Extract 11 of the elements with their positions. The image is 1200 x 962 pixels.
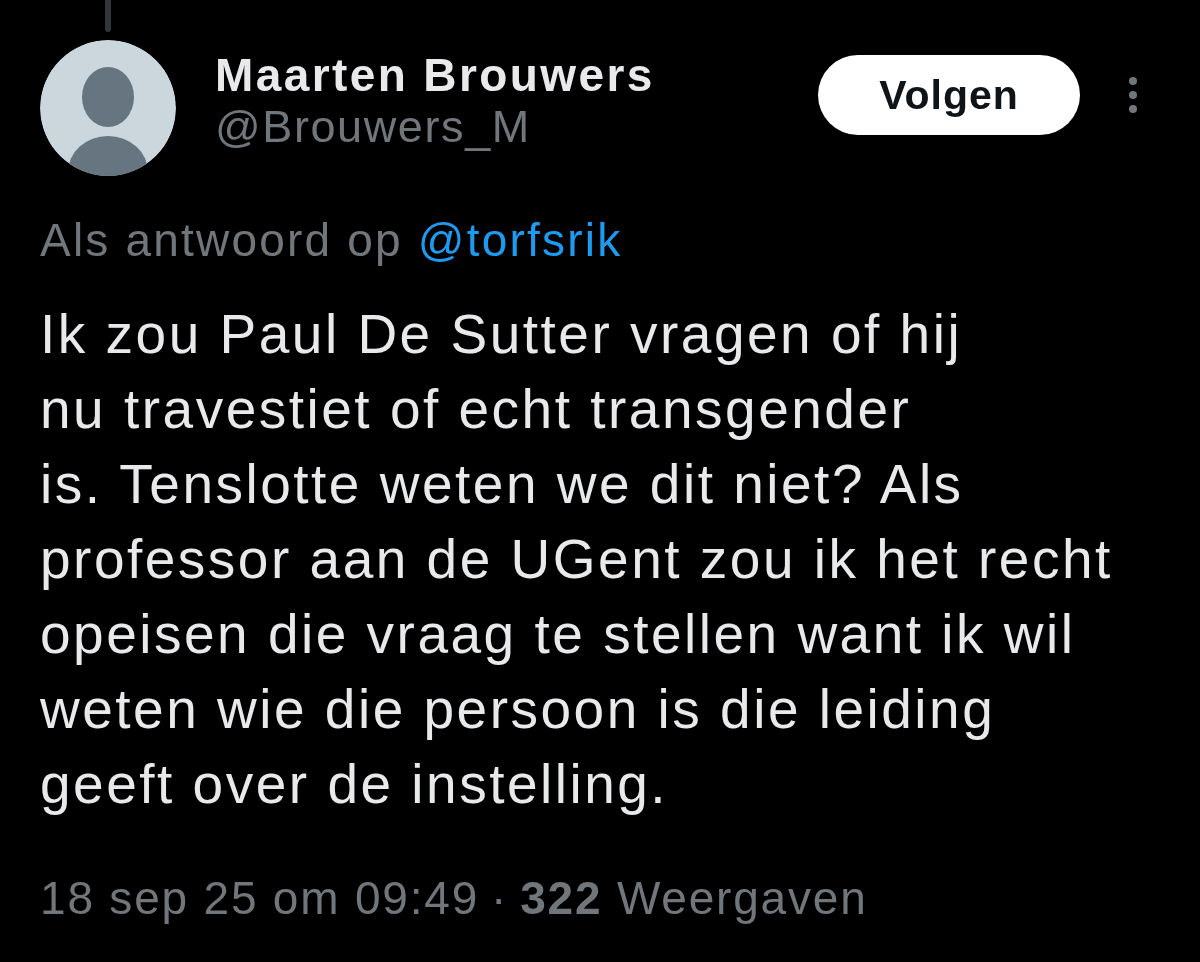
more-options-icon[interactable] bbox=[1126, 77, 1140, 113]
author-handle[interactable]: @Brouwers_M bbox=[215, 101, 531, 153]
timestamp-link[interactable]: 18 sep 25 om 09:49 bbox=[40, 872, 480, 924]
follow-button[interactable]: Volgen bbox=[818, 55, 1080, 135]
avatar-silhouette-icon[interactable] bbox=[40, 40, 176, 176]
views-count-text: 322 Weergaven bbox=[520, 872, 868, 924]
mention-link[interactable]: @torfsrik bbox=[417, 214, 623, 266]
author-name[interactable]: Maarten Brouwers bbox=[215, 49, 655, 101]
post-text: Ik zou Paul De Sutter vragen of hij nu travestiet of echt transgender is. Tenslotte weten we dit niet? Als professor aan de UGent zou ik het recht opeisen die vraag te stellen want ik wil weten wie die persoon is die leiding geeft over de instelling. bbox=[40, 302, 1113, 817]
reply-context-text: Als antwoord op @torfsrik bbox=[40, 214, 623, 266]
separator-text: · bbox=[491, 872, 509, 924]
